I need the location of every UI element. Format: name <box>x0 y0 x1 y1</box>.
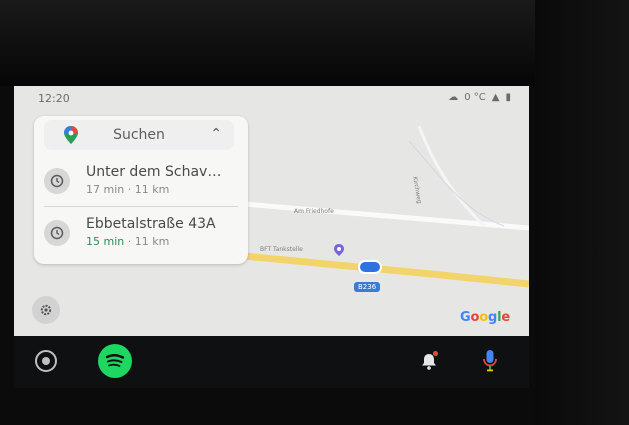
search-label: Suchen <box>113 127 165 143</box>
search-panel: Suchen ⌃ Unter dem Schav… 17 min · 11 km… <box>34 116 248 264</box>
google-letter: g <box>487 310 498 325</box>
meta-separator: · <box>124 235 135 248</box>
history-icon <box>44 220 70 246</box>
history-icon <box>44 168 70 194</box>
map-label-street: Am Friedhofe <box>294 208 334 215</box>
clock: 12:20 <box>38 92 70 105</box>
search-bar[interactable]: Suchen ⌃ <box>44 120 234 150</box>
spotify-icon[interactable] <box>98 344 132 378</box>
recent-destination-1[interactable]: Unter dem Schav… 17 min · 11 km <box>34 158 248 206</box>
google-letter: o <box>470 310 480 325</box>
chevron-up-icon[interactable]: ⌃ <box>210 126 222 142</box>
map-settings-button[interactable] <box>32 296 60 324</box>
mic-icon[interactable] <box>480 348 500 374</box>
route-badge: B236 <box>354 282 381 292</box>
meta-separator: · <box>124 183 135 196</box>
android-auto-screen: 12:20 ☁ 0 °C ▲ ▮ Am Friedhofe BFT Tankst… <box>14 86 529 336</box>
gear-icon <box>40 304 52 316</box>
google-letter: o <box>479 310 488 325</box>
destination-title: Unter dem Schav… <box>86 164 222 180</box>
eta: 15 min <box>86 235 125 248</box>
status-indicators: ☁ 0 °C ▲ ▮ <box>448 92 511 103</box>
home-icon[interactable] <box>35 350 57 372</box>
distance: 11 km <box>134 183 170 196</box>
bell-icon[interactable] <box>418 350 440 372</box>
google-logo: Google <box>460 310 510 325</box>
car-bezel-right <box>535 0 629 425</box>
status-bar: 12:20 ☁ 0 °C ▲ ▮ <box>14 86 529 108</box>
battery-icon: ▮ <box>505 92 511 103</box>
map-label-poi: BFT Tankstelle <box>260 246 303 253</box>
destination-meta: 15 min · 11 km <box>86 235 169 248</box>
app-dock <box>14 336 529 388</box>
cloud-icon: ☁ <box>448 92 459 103</box>
google-letter: G <box>460 310 471 325</box>
destination-title: Ebbetalstraße 43A <box>86 216 216 232</box>
poi-pin-icon[interactable] <box>334 244 344 256</box>
distance: 11 km <box>134 235 170 248</box>
divider <box>44 206 238 207</box>
signal-icon: ▲ <box>491 92 500 103</box>
google-letter: e <box>501 310 510 325</box>
current-location-marker <box>360 262 380 272</box>
destination-meta: 17 min · 11 km <box>86 183 169 196</box>
temperature: 0 °C <box>464 92 486 103</box>
recent-destination-2[interactable]: Ebbetalstraße 43A 15 min · 11 km <box>34 210 248 258</box>
eta: 17 min <box>86 183 125 196</box>
